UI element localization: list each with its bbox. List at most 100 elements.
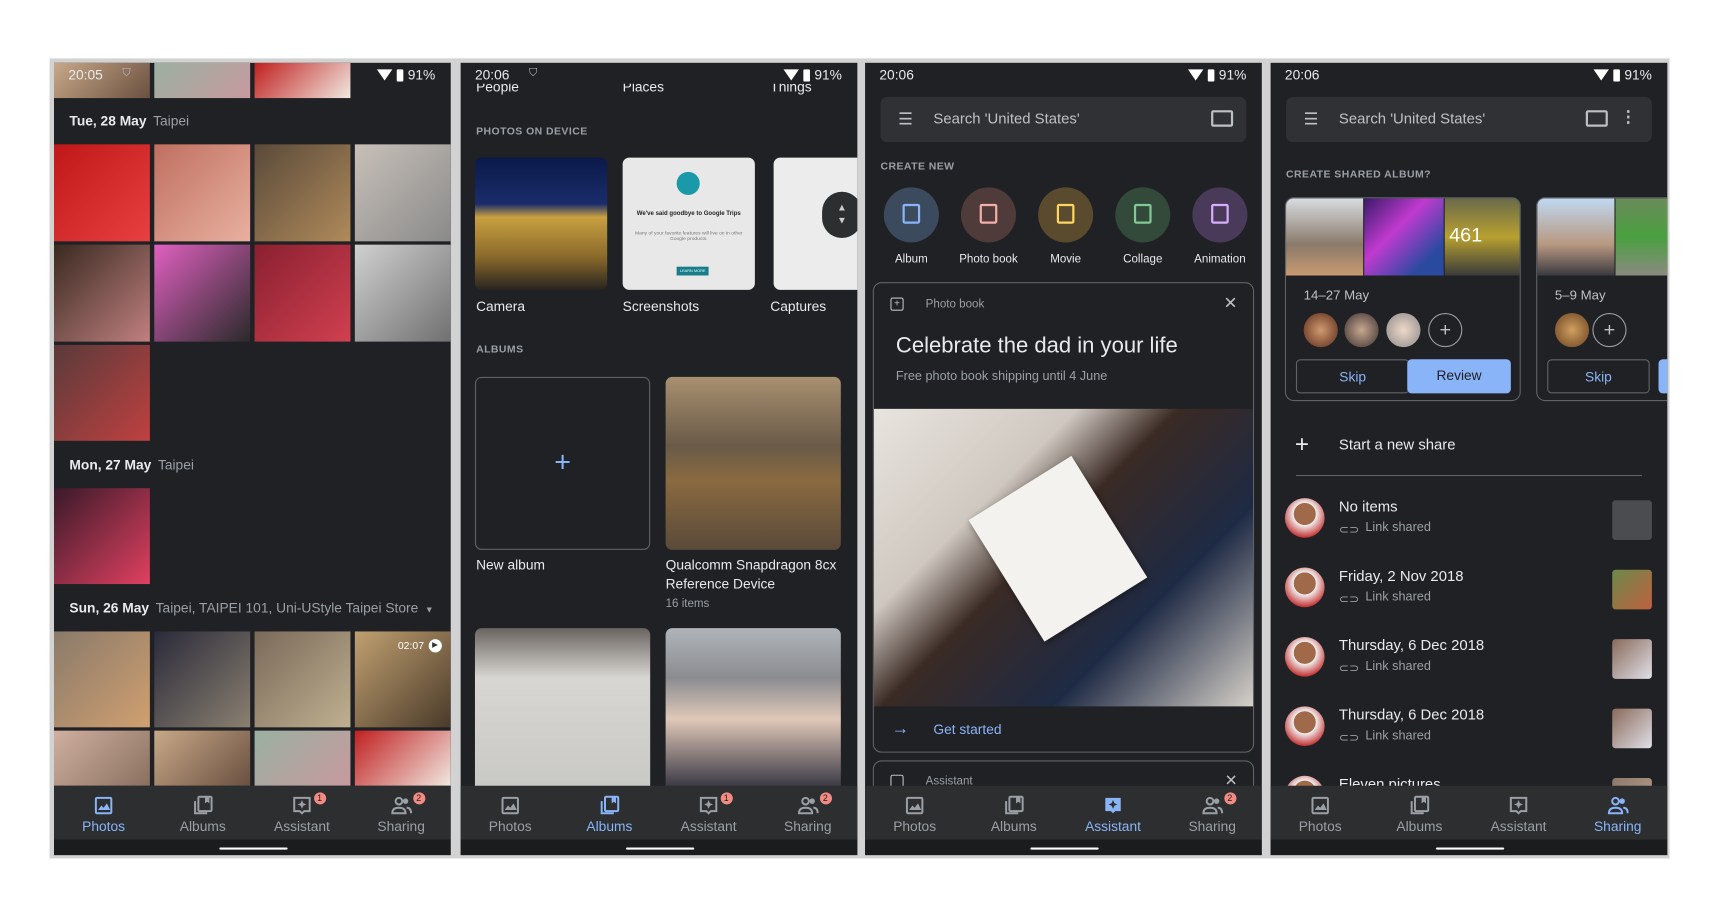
nav-tab-albums[interactable]: Albums [964,786,1063,840]
date-header[interactable]: Sun, 26 May Taipei, TAIPEI 101, Uni-UStyl… [69,601,433,616]
create-album-button[interactable]: Album [880,187,942,275]
link-icon: ⊂⊃ [1338,523,1360,537]
photo-thumbnail[interactable] [354,144,451,242]
review-button[interactable] [1658,359,1668,394]
nav-tab-photos[interactable]: Photos [1271,786,1370,840]
cast-icon[interactable] [1585,110,1608,127]
status-bar: 20:06 91% [1271,63,1668,89]
nav-tab-albums[interactable]: Albums [153,786,252,840]
albums-icon [1005,795,1024,815]
nav-tab-assistant[interactable]: Assistant [1063,786,1162,840]
dropdown-icon[interactable]: ▼ [425,605,434,615]
nav-tab-label: Sharing [1593,818,1642,835]
folder-thumb-camera[interactable] [474,157,608,290]
album-title-line2[interactable]: Reference Device [666,576,775,591]
create-animation-button[interactable]: Animation [1189,187,1251,275]
fast-scroll-handle[interactable]: ▲ ▼ [822,191,858,239]
photo-thumbnail[interactable] [254,244,351,342]
bottom-navigation: Photos Albums Assistant 1 Sharing 2 [53,785,451,840]
photo-thumbnail[interactable] [53,631,150,728]
notification-badge: 1 [720,792,733,805]
shared-item-subtitle: Link shared [1365,660,1431,674]
owner-avatar [1284,706,1325,747]
photo-thumbnail[interactable] [154,631,251,728]
add-person-button[interactable]: + [1592,312,1627,348]
nav-tab-sharing[interactable]: Sharing 2 [1163,786,1262,840]
add-person-button[interactable]: + [1428,312,1463,348]
nav-tab-photos[interactable]: Photos [54,786,153,840]
battery-icon [396,68,404,81]
more-options-icon[interactable]: ⋮ [1620,107,1637,127]
photo-thumbnail[interactable] [154,244,251,342]
person-avatar[interactable] [1303,312,1338,348]
nav-tab-assistant[interactable]: Assistant 1 [659,786,758,840]
create-photo-book-button[interactable]: Photo book [958,187,1020,275]
search-input[interactable]: Search 'United States' [933,110,1079,127]
photo-thumbnail[interactable] [154,144,251,242]
photo-thumbnail[interactable] [53,488,150,585]
nav-tab-albums[interactable]: Albums [1370,786,1469,840]
photo-thumbnail[interactable] [154,730,251,786]
skip-button[interactable]: Skip [1295,359,1410,394]
nav-tab-photos[interactable]: Photos [865,786,964,840]
search-bar[interactable]: ☰ Search 'United States' ⋮ [1286,96,1652,143]
photo-thumbnail[interactable] [354,244,451,342]
nav-tab-label: Photos [893,818,937,835]
photo-icon [905,796,924,815]
start-new-share-button[interactable]: + Start a new share [1271,424,1668,466]
photo-thumbnail[interactable] [53,730,150,786]
nav-tab-assistant[interactable]: Assistant 1 [252,786,351,840]
nav-tab-photos[interactable]: Photos [461,786,560,840]
create-label: Movie [1050,252,1082,266]
shared-item-thumbnail [1612,500,1652,540]
search-bar[interactable]: ☰ Search 'United States' [880,96,1247,143]
create-collage-button[interactable]: Collage [1112,187,1174,275]
photo-thumbnail[interactable] [53,344,150,441]
album-title[interactable]: Qualcomm Snapdragon 8cx [666,558,837,573]
nav-tab-sharing[interactable]: Sharing [1568,786,1667,840]
bottom-navigation: Photos Albums Assistant Sharing 2 [865,785,1262,840]
photo-thumbnail[interactable] [254,730,351,786]
nav-tab-assistant[interactable]: Assistant [1469,786,1568,840]
home-indicator[interactable] [1435,847,1505,850]
photo-thumbnail[interactable] [254,631,351,728]
date-label: Mon, 27 May [69,457,152,473]
menu-icon[interactable]: ☰ [1304,109,1319,129]
skip-button[interactable]: Skip [1547,359,1650,394]
preview-button: LEARN MORE [676,266,709,276]
person-avatar[interactable] [1386,312,1421,348]
shared-item[interactable]: Friday, 2 Nov 2018 ⊂⊃ Link shared [1271,564,1668,626]
close-icon[interactable]: ✕ [1224,293,1238,313]
get-started-button[interactable]: → Get started [874,706,1253,751]
nav-tab-albums[interactable]: Albums [560,786,659,840]
person-avatar[interactable] [1554,312,1590,348]
review-button[interactable]: Review [1407,359,1511,394]
cast-icon[interactable] [1211,110,1234,127]
new-album-button[interactable]: + [474,376,651,550]
home-indicator[interactable] [219,847,288,850]
album-cover[interactable] [665,628,841,794]
shared-item[interactable]: Thursday, 6 Dec 2018 ⊂⊃ Link shared [1271,634,1668,696]
album-cover[interactable] [474,628,651,794]
photo-thumbnail[interactable] [254,144,351,242]
nav-tab-label: Assistant [1490,818,1547,835]
nav-tab-label: Sharing [377,818,425,835]
create-movie-button[interactable]: Movie [1035,187,1097,275]
shield-icon: ⛉ [528,67,538,80]
photo-thumbnail[interactable] [354,730,451,786]
photo-thumbnail[interactable] [53,244,150,342]
album-cover-qualcomm[interactable] [665,376,841,550]
status-bar: 20:06 91% [865,63,1262,89]
home-indicator[interactable] [1030,847,1099,850]
shared-item[interactable]: No items ⊂⊃ Link shared [1271,495,1668,557]
shared-item[interactable]: Thursday, 6 Dec 2018 ⊂⊃ Link shared [1271,703,1668,765]
menu-icon[interactable]: ☰ [898,109,913,129]
search-input[interactable]: Search 'United States' [1339,110,1485,127]
home-indicator[interactable] [625,847,695,850]
arrow-right-icon: → [891,719,910,739]
person-avatar[interactable] [1344,312,1379,348]
folder-thumb-screenshots[interactable]: We've said goodbye to Google Trips Many … [622,157,755,290]
nav-tab-sharing[interactable]: Sharing 2 [352,786,451,840]
nav-tab-sharing[interactable]: Sharing 2 [758,786,857,840]
photo-thumbnail[interactable] [53,144,150,242]
